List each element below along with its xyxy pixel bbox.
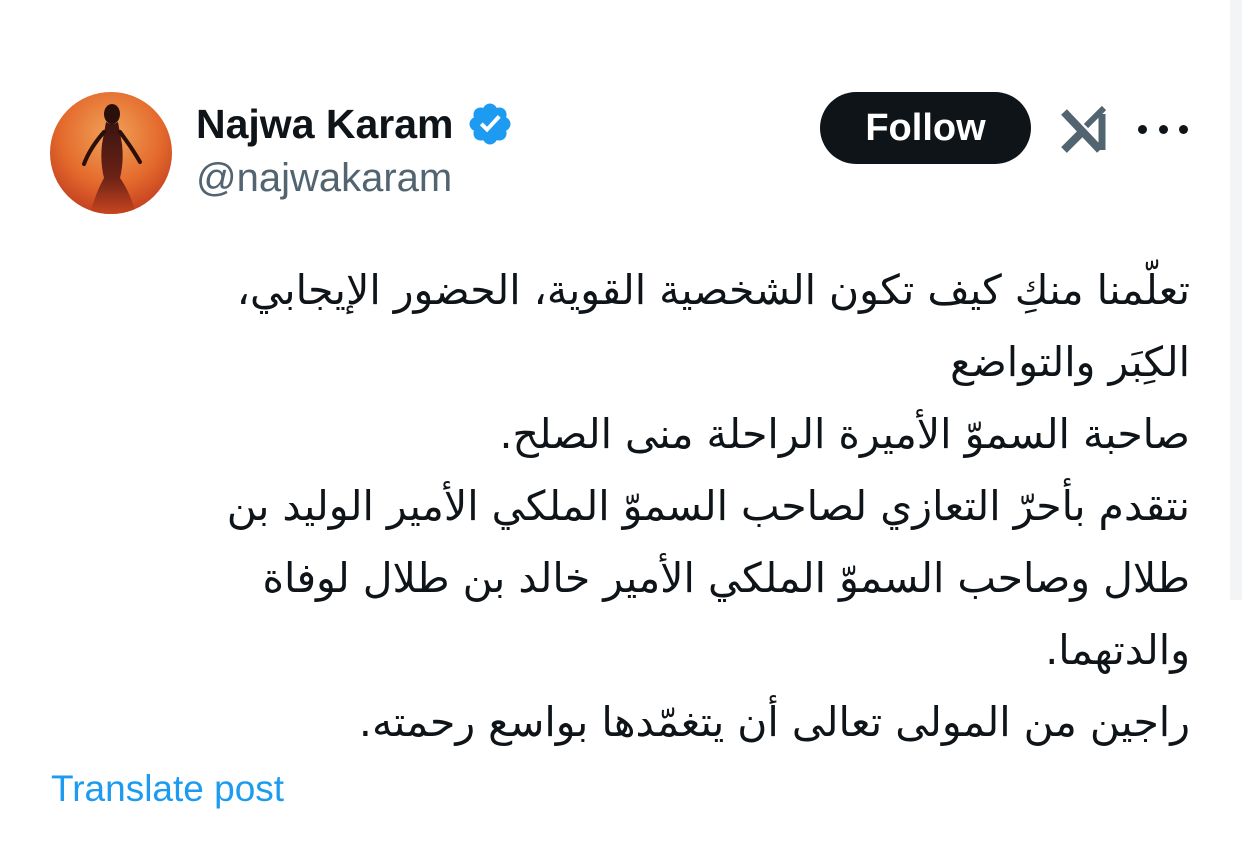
profile-photo bbox=[50, 92, 172, 214]
more-options-icon[interactable] bbox=[1138, 112, 1188, 146]
tweet-text-line: طلال وصاحب السموّ الملكي الأمير خالد بن … bbox=[262, 554, 1190, 602]
tweet-text-line: صاحبة السموّ الأميرة الراحلة منى الصلح. bbox=[499, 410, 1190, 458]
author-display-name[interactable]: Najwa Karam bbox=[196, 101, 454, 148]
tweet-text-line: نتقدم بأحرّ التعازي لصاحب السموّ الملكي … bbox=[226, 482, 1190, 530]
dot-icon bbox=[1138, 124, 1147, 134]
tweet-text: تعلّمنا منكِ كيف تكون الشخصية القوية، ال… bbox=[60, 254, 1190, 758]
dot-icon bbox=[1179, 124, 1188, 134]
translate-post-link[interactable]: Translate post bbox=[51, 768, 284, 810]
tweet-text-line: تعلّمنا منكِ كيف تكون الشخصية القوية، ال… bbox=[236, 266, 1190, 314]
follow-button[interactable]: Follow bbox=[820, 92, 1031, 164]
dot-icon bbox=[1158, 124, 1168, 134]
verified-badge-icon[interactable] bbox=[466, 100, 514, 148]
author-handle[interactable]: @najwakaram bbox=[196, 156, 452, 201]
tweet-text-line: والدتهما. bbox=[1045, 626, 1190, 674]
tweet-card: Najwa Karam @najwakaram Follow تعلّمنا م… bbox=[0, 0, 1230, 843]
tweet-text-line: راجين من المولى تعالى أن يتغمّدها بواسع … bbox=[358, 698, 1190, 746]
author-name-row: Najwa Karam bbox=[196, 96, 514, 152]
scrollbar-track bbox=[1230, 0, 1242, 600]
grok-icon[interactable] bbox=[1058, 104, 1110, 154]
avatar[interactable] bbox=[50, 92, 172, 214]
tweet-text-line: الكِبَر والتواضع bbox=[950, 338, 1190, 386]
